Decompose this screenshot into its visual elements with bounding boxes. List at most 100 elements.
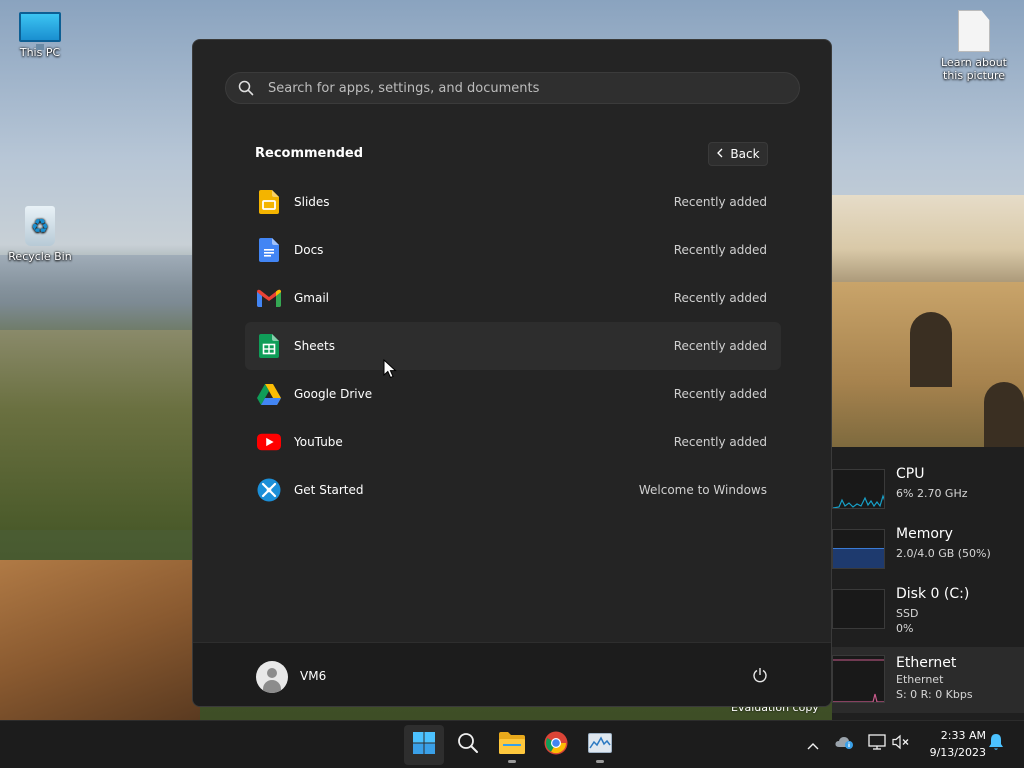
wallpaper-bridge [832,282,1024,447]
taskbar-search-button[interactable] [448,725,488,765]
desktop-icon-label: Learn about this picture [941,56,1007,82]
app-meta: Welcome to Windows [638,483,767,497]
user-name[interactable]: VM6 [300,669,326,683]
recommended-item-google-drive[interactable]: Google Drive Recently added [245,370,781,418]
app-name: Docs [294,243,324,257]
tm-disk-detail: 0% [896,622,914,635]
chevron-left-icon [716,147,724,161]
google-docs-icon [257,238,281,262]
app-name: Sheets [294,339,335,353]
clock-date: 9/13/2023 [929,746,986,759]
notifications-button[interactable] [985,733,1007,755]
mouse-cursor [383,358,397,379]
memory-graph-fill [833,548,884,568]
tm-memory-name: Memory [896,526,953,542]
app-meta: Recently added [673,339,767,353]
app-name: Slides [294,195,330,209]
memory-graph [832,529,885,569]
recommended-item-sheets[interactable]: Sheets Recently added [245,322,781,370]
app-meta: Recently added [673,243,767,257]
task-manager-icon [588,733,612,757]
running-indicator [596,760,604,763]
task-manager-performance-panel: CPU 6% 2.70 GHz Memory 2.0/4.0 GB (50%) … [832,447,1024,720]
ethernet-graph-svg [833,659,884,702]
bell-icon [988,733,1004,755]
running-indicator [508,760,516,763]
tm-disk-type: SSD [896,607,919,620]
google-sheets-icon [257,334,281,358]
chevron-up-icon [807,735,819,754]
tm-ethernet[interactable]: Ethernet Ethernet S: 0 R: 0 Kbps [832,647,1024,713]
taskbar-task-manager[interactable] [580,725,620,765]
tm-disk[interactable]: Disk 0 (C:) SSD 0% [832,581,1024,641]
youtube-icon [257,430,281,454]
tm-cpu-detail: 6% 2.70 GHz [896,487,968,500]
start-button[interactable] [404,725,444,765]
ethernet-graph-line [833,693,884,702]
search-input[interactable] [266,79,799,97]
start-search-box[interactable] [225,72,800,104]
tm-cpu[interactable]: CPU 6% 2.70 GHz [832,461,1024,521]
user-avatar[interactable] [256,661,288,693]
google-drive-icon [257,382,281,406]
power-button[interactable] [748,665,772,689]
avatar-head [267,668,277,678]
file-explorer-icon [499,732,525,758]
recycle-bin-icon: ♻ [25,206,55,246]
wallpaper-cliff [0,560,200,720]
wallpaper-town [832,195,1024,285]
search-icon [457,732,479,758]
show-hidden-icons-button[interactable] [802,733,824,755]
cpu-graph-line [833,494,884,508]
desktop-icon-label: Recycle Bin [8,250,72,263]
start-menu-footer: VM6 [193,642,831,706]
wallpaper-bridge-arch [910,312,952,387]
app-name: Google Drive [294,387,373,401]
avatar-body [263,680,281,693]
recommended-heading: Recommended [255,146,364,161]
tm-memory[interactable]: Memory 2.0/4.0 GB (50%) [832,521,1024,581]
recommended-item-docs[interactable]: Docs Recently added [245,226,781,274]
tm-ethernet-detail: S: 0 R: 0 Kbps [896,688,973,701]
app-meta: Recently added [673,291,767,305]
back-button[interactable]: Back [708,142,768,166]
taskbar: 2:33 AM 9/13/2023 [0,720,1024,768]
taskbar-chrome[interactable] [536,725,576,765]
taskbar-file-explorer[interactable] [492,725,532,765]
start-menu: Recommended Back Slides Recently added D… [192,39,832,707]
gmail-icon [257,286,281,310]
app-name: Get Started [294,483,364,497]
recommended-item-youtube[interactable]: YouTube Recently added [245,418,781,466]
recommended-item-slides[interactable]: Slides Recently added [245,178,781,226]
tm-ethernet-type: Ethernet [896,673,944,686]
desktop-icon-learn-about-picture[interactable]: Learn about this picture [934,10,1014,82]
taskbar-clock[interactable]: 2:33 AM 9/13/2023 [918,727,986,761]
recommended-item-gmail[interactable]: Gmail Recently added [245,274,781,322]
power-icon [752,667,768,687]
ethernet-graph [832,655,885,703]
tm-ethernet-name: Ethernet [896,655,957,671]
computer-icon [19,12,61,50]
recommended-list: Slides Recently added Docs Recently adde… [245,178,781,514]
desktop-icon-this-pc[interactable]: This PC [0,12,80,59]
get-started-icon [257,478,281,502]
back-button-label: Back [730,147,760,161]
cpu-graph [832,469,885,509]
cloud-info-icon [835,734,855,754]
app-meta: Recently added [673,387,767,401]
tm-disk-name: Disk 0 (C:) [896,586,970,602]
google-slides-icon [257,190,281,214]
app-name: YouTube [294,435,343,449]
app-meta: Recently added [673,195,767,209]
wallpaper-bridge-arch [984,382,1024,447]
volume-muted-icon [892,734,910,754]
search-icon [226,80,266,96]
desktop-icon-recycle-bin[interactable]: ♻ Recycle Bin [0,206,80,263]
pointer-arrow-icon [383,358,397,379]
cpu-graph-svg [833,494,884,508]
network-tray[interactable] [866,733,888,755]
onedrive-tray[interactable] [834,733,856,755]
chrome-icon [544,731,568,759]
recommended-item-get-started[interactable]: Get Started Welcome to Windows [245,466,781,514]
volume-tray[interactable] [890,733,912,755]
